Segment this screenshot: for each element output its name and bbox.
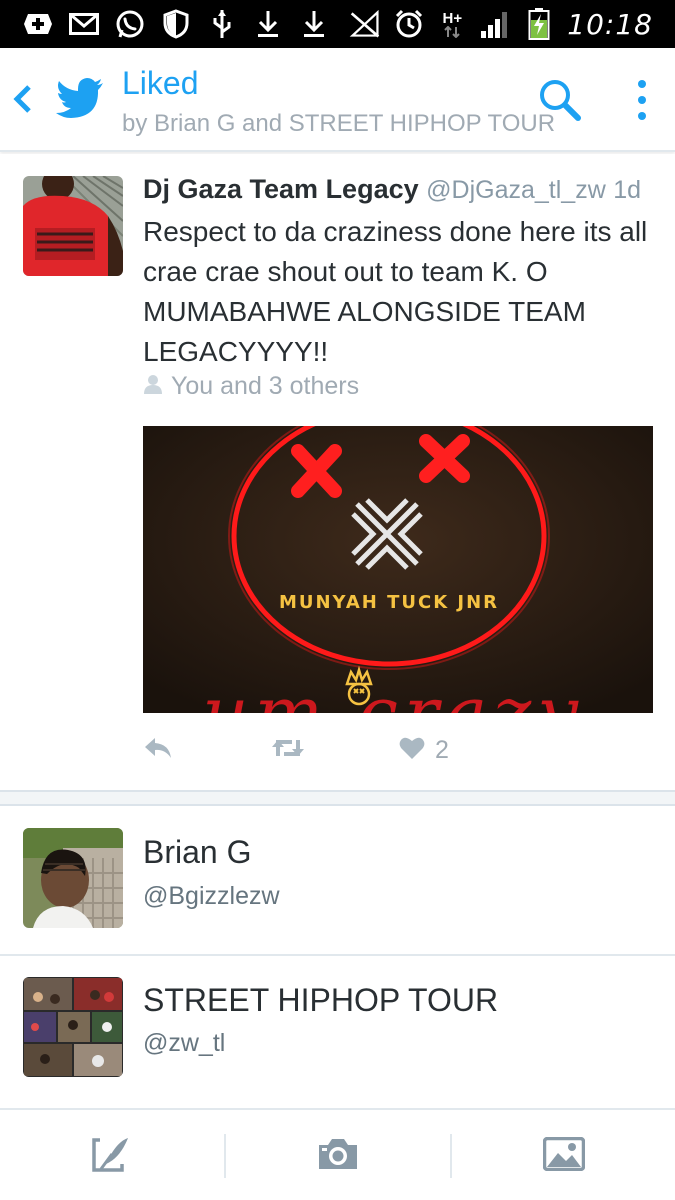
liked-by-text: You and 3 others: [171, 372, 360, 400]
person-icon: [143, 372, 163, 401]
user-avatar[interactable]: [23, 977, 123, 1077]
tweet-author-handle[interactable]: @DjGaza_tl_zw: [426, 176, 606, 204]
user-row-brian-g[interactable]: Brian G @Bgizzlezw: [0, 806, 675, 954]
compose-tweet-button[interactable]: [0, 1110, 224, 1200]
search-icon[interactable]: [538, 78, 582, 122]
tweet-actions: 2: [143, 734, 653, 766]
heart-icon: [399, 736, 425, 765]
retweet-button[interactable]: [271, 734, 305, 766]
download-icon: [298, 8, 330, 40]
gallery-button[interactable]: [452, 1110, 675, 1200]
status-bar: H+ 10:18: [0, 0, 675, 48]
battery-charging-icon: [523, 8, 555, 40]
download-icon: [252, 8, 284, 40]
twitter-bird-icon[interactable]: [56, 78, 104, 118]
plus-box-icon: [22, 8, 54, 40]
signal-bars-icon: [479, 8, 511, 40]
alarm-icon: [393, 8, 425, 40]
page-title: Liked: [122, 65, 199, 101]
clock: 10:18: [567, 7, 653, 41]
mail-icon: [68, 8, 100, 40]
tweet-author-avatar[interactable]: [23, 176, 123, 276]
page-subtitle: by Brian G and STREET HIPHOP TOUR: [122, 110, 556, 137]
tweet-author-name[interactable]: Dj Gaza Team Legacy: [143, 174, 419, 204]
tweet-header: Dj Gaza Team Legacy @DjGaza_tl_zw 1d: [143, 174, 641, 205]
network-type-icon: H+: [437, 8, 467, 40]
user-avatar[interactable]: [23, 828, 123, 928]
gallery-icon: [542, 1136, 586, 1176]
back-arrow-icon[interactable]: [12, 84, 34, 114]
media-caption: MUNYAH TUCK JNR: [279, 592, 499, 613]
tweet-age: 1d: [613, 176, 642, 204]
media-bottom-text: um crazy: [202, 671, 584, 713]
section-divider: [0, 790, 675, 806]
tweet-text: Respect to da craziness done here its al…: [143, 216, 648, 367]
whatsapp-icon: [114, 8, 146, 40]
tweet[interactable]: Dj Gaza Team Legacy @DjGaza_tl_zw 1d Res…: [0, 154, 675, 790]
user-handle[interactable]: @zw_tl: [143, 1029, 225, 1058]
camera-icon: [317, 1137, 359, 1176]
reply-icon: [143, 737, 173, 764]
user-name[interactable]: Brian G: [143, 834, 251, 871]
shield-icon: [160, 8, 192, 40]
no-signal-icon: [349, 8, 381, 40]
camera-button[interactable]: [226, 1110, 450, 1200]
like-button[interactable]: 2: [399, 734, 449, 766]
user-name[interactable]: STREET HIPHOP TOUR: [143, 982, 498, 1019]
user-row-street-hiphop-tour[interactable]: STREET HIPHOP TOUR @zw_tl: [0, 956, 675, 1102]
usb-icon: [206, 8, 238, 40]
compose-icon: [92, 1136, 132, 1177]
reply-button[interactable]: [143, 734, 173, 766]
user-handle[interactable]: @Bgizzlezw: [143, 882, 280, 911]
tweet-media-image[interactable]: MUNYAH TUCK JNR um crazy: [143, 426, 653, 713]
liked-by[interactable]: You and 3 others: [143, 372, 359, 401]
like-count: 2: [435, 735, 449, 764]
app-header: Liked by Brian G and STREET HIPHOP TOUR: [0, 48, 675, 152]
bottom-compose-bar: [0, 1108, 675, 1200]
more-options-icon[interactable]: [630, 76, 654, 124]
retweet-icon: [271, 736, 305, 765]
